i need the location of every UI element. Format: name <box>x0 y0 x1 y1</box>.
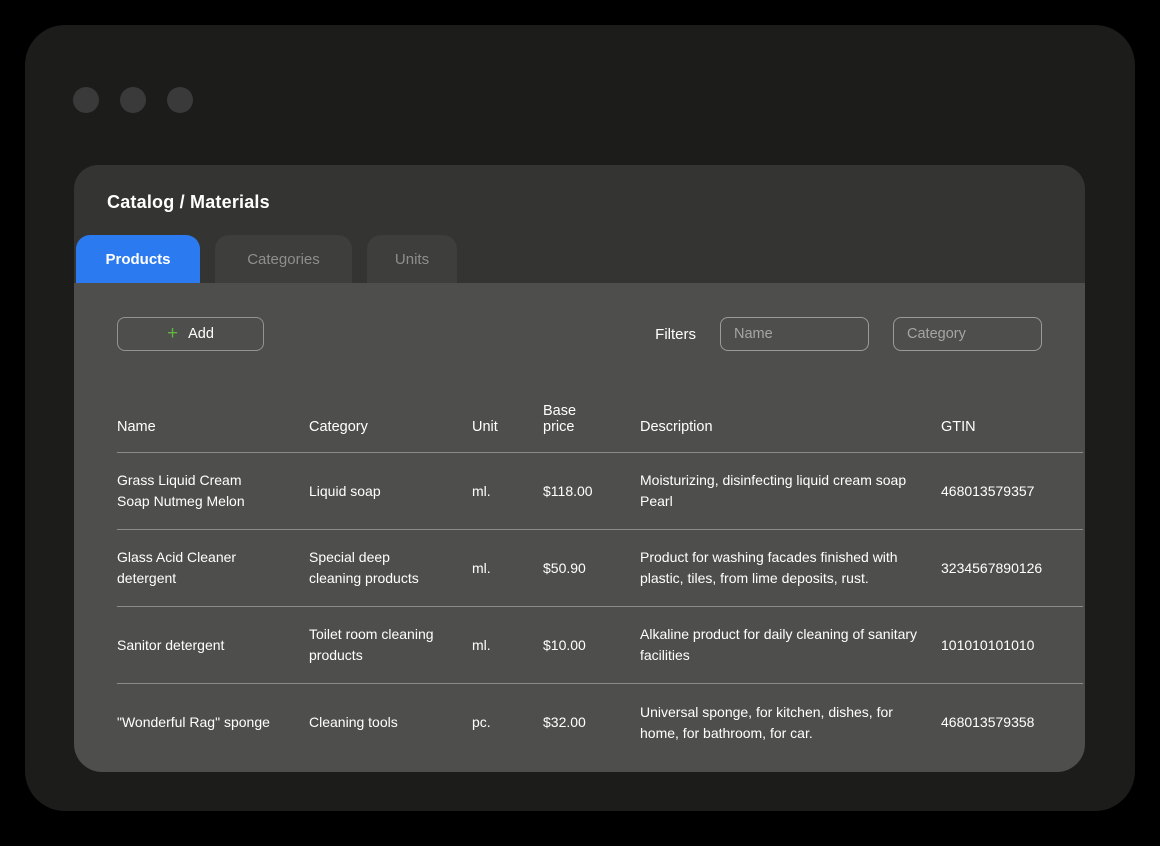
cell-unit: ml. <box>472 546 543 591</box>
filter-name-input[interactable] <box>720 317 869 351</box>
column-header-name: Name <box>117 419 309 435</box>
cell-base_price: $50.90 <box>543 546 640 591</box>
cell-description: Product for washing facades finished wit… <box>640 535 941 601</box>
tab-units[interactable]: Units <box>367 235 457 283</box>
column-header-category: Category <box>309 419 472 435</box>
cell-name: Grass Liquid Cream Soap Nutmeg Melon <box>117 458 309 524</box>
table-row[interactable]: "Wonderful Rag" spongeCleaning toolspc.$… <box>117 684 1083 761</box>
cell-name: Glass Acid Cleaner detergent <box>117 535 309 601</box>
cell-base_price: $118.00 <box>543 469 640 514</box>
tab-categories[interactable]: Categories <box>215 235 352 283</box>
cell-gtin: 3234567890126 <box>941 546 1083 591</box>
window-control-dot-1[interactable] <box>73 87 99 113</box>
window-control-dot-3[interactable] <box>167 87 193 113</box>
cell-unit: ml. <box>472 623 543 668</box>
catalog-panel: Catalog / Materials Products Categories … <box>74 165 1085 772</box>
table-row[interactable]: Glass Acid Cleaner detergentSpecial deep… <box>117 530 1083 607</box>
app-window: Catalog / Materials Products Categories … <box>25 25 1135 811</box>
cell-unit: pc. <box>472 700 543 745</box>
tab-products[interactable]: Products <box>76 235 200 283</box>
toolbar: + Add Filters <box>117 317 1042 351</box>
cell-description: Alkaline product for daily cleaning of s… <box>640 612 941 678</box>
cell-description: Moisturizing, disinfecting liquid cream … <box>640 458 941 524</box>
window-control-dot-2[interactable] <box>120 87 146 113</box>
column-header-gtin: GTIN <box>941 419 1083 435</box>
products-table: Name Category Unit Base price Descriptio… <box>117 351 1083 761</box>
page-title: Catalog / Materials <box>107 192 270 213</box>
cell-name: Sanitor detergent <box>117 623 309 668</box>
window-controls <box>73 87 193 113</box>
panel-header: Catalog / Materials Products Categories … <box>74 165 1085 283</box>
filters-label: Filters <box>655 326 696 343</box>
filter-category-input[interactable] <box>893 317 1042 351</box>
column-header-unit: Unit <box>472 419 543 435</box>
plus-icon: + <box>167 324 178 343</box>
table-row[interactable]: Sanitor detergentToilet room cleaning pr… <box>117 607 1083 684</box>
panel-body: + Add Filters Name Category Unit Base pr… <box>74 283 1085 772</box>
cell-name: "Wonderful Rag" sponge <box>117 700 309 745</box>
column-header-description: Description <box>640 419 941 435</box>
cell-gtin: 101010101010 <box>941 623 1083 668</box>
table-body: Grass Liquid Cream Soap Nutmeg MelonLiqu… <box>117 453 1083 761</box>
add-button-label: Add <box>188 326 214 342</box>
add-button[interactable]: + Add <box>117 317 264 351</box>
table-header-row: Name Category Unit Base price Descriptio… <box>117 351 1083 453</box>
table-row[interactable]: Grass Liquid Cream Soap Nutmeg MelonLiqu… <box>117 453 1083 530</box>
cell-base_price: $32.00 <box>543 700 640 745</box>
cell-category: Liquid soap <box>309 469 472 514</box>
cell-description: Universal sponge, for kitchen, dishes, f… <box>640 690 941 756</box>
tab-bar: Products Categories Units <box>76 235 457 283</box>
column-header-base-price: Base price <box>543 403 640 435</box>
filters-group: Filters <box>655 317 1042 351</box>
cell-base_price: $10.00 <box>543 623 640 668</box>
cell-category: Toilet room cleaning products <box>309 612 472 678</box>
cell-unit: ml. <box>472 469 543 514</box>
cell-gtin: 468013579357 <box>941 469 1083 514</box>
cell-gtin: 468013579358 <box>941 700 1083 745</box>
cell-category: Special deep cleaning products <box>309 535 472 601</box>
cell-category: Cleaning tools <box>309 700 472 745</box>
